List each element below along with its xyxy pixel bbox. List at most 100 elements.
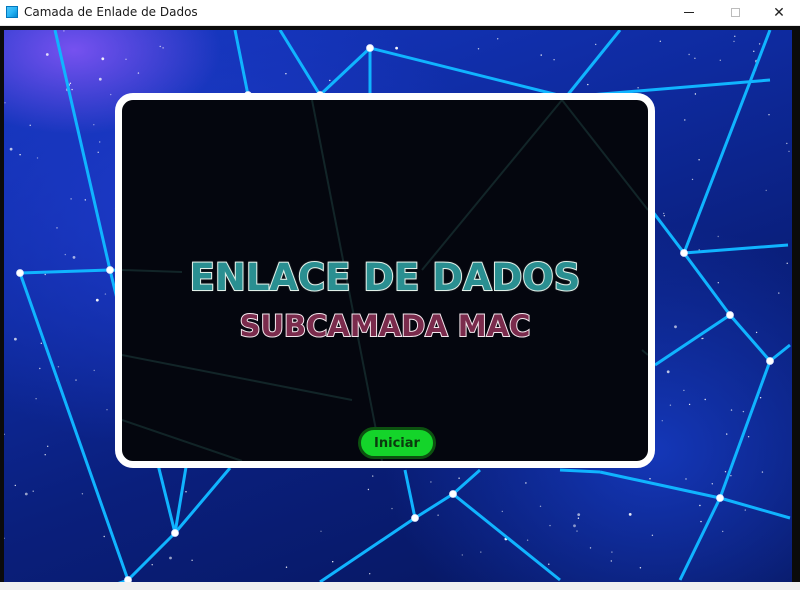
star: [395, 46, 398, 50]
star: [97, 151, 99, 153]
star: [320, 530, 322, 532]
star: [639, 567, 642, 569]
star: [526, 539, 529, 541]
network-node: [449, 490, 457, 498]
star: [744, 509, 746, 511]
network-node: [726, 311, 734, 319]
star: [628, 513, 632, 516]
window-bottom-border: [0, 582, 800, 590]
star: [722, 530, 724, 533]
star: [688, 53, 690, 56]
star: [711, 483, 713, 485]
star: [103, 535, 105, 538]
star: [724, 471, 727, 473]
network-line: [19, 268, 111, 275]
star: [45, 53, 49, 56]
star: [458, 477, 460, 479]
network-line: [599, 470, 721, 500]
start-button[interactable]: Iniciar: [358, 427, 436, 459]
star: [69, 82, 72, 84]
faint-line: [421, 100, 563, 271]
game-canvas: ENLACE DE DADOS SUBCAMADA MAC Iniciar: [4, 30, 792, 582]
star: [32, 490, 34, 492]
maximize-button[interactable]: [712, 0, 758, 25]
network-line: [452, 468, 481, 496]
star: [788, 150, 790, 153]
network-line: [452, 492, 561, 582]
star: [71, 88, 73, 91]
star: [9, 147, 13, 151]
star: [369, 573, 371, 575]
star: [758, 43, 761, 45]
star: [93, 369, 95, 372]
star: [683, 389, 685, 392]
star: [659, 40, 661, 42]
star: [329, 79, 331, 82]
network-line: [683, 243, 789, 255]
star: [637, 87, 639, 89]
faint-line: [122, 354, 353, 401]
star: [549, 524, 551, 527]
star: [367, 488, 370, 491]
star: [730, 409, 733, 411]
star: [24, 492, 28, 496]
star: [666, 370, 670, 374]
star: [717, 235, 719, 238]
network-line: [403, 469, 417, 519]
network-node: [680, 249, 688, 257]
star: [19, 154, 21, 156]
star: [691, 178, 694, 181]
faint-line: [561, 100, 648, 211]
star: [332, 561, 334, 563]
star: [75, 379, 77, 381]
star: [104, 293, 107, 295]
network-node: [171, 529, 179, 537]
star: [553, 59, 555, 61]
star: [477, 48, 480, 50]
maximize-icon: [730, 8, 740, 17]
star: [14, 484, 16, 487]
star: [40, 342, 42, 344]
star: [81, 493, 84, 495]
title-bar[interactable]: Camada de Enlade de Dados ✕: [0, 0, 800, 26]
star: [93, 124, 95, 126]
network-line: [559, 468, 601, 474]
star: [573, 524, 576, 528]
star: [577, 513, 581, 516]
star: [14, 337, 17, 341]
star: [98, 77, 102, 81]
star: [649, 478, 651, 480]
star: [497, 38, 499, 40]
star: [734, 35, 736, 37]
star: [169, 556, 172, 560]
star: [525, 482, 527, 484]
star: [742, 410, 745, 413]
network-line: [369, 46, 567, 99]
minimize-icon: [684, 12, 694, 13]
star: [651, 534, 654, 536]
star: [285, 73, 287, 75]
network-line: [682, 252, 732, 316]
star: [685, 478, 687, 480]
network-node: [16, 269, 24, 277]
star: [44, 454, 46, 456]
star: [611, 551, 613, 553]
star: [437, 514, 439, 516]
star: [719, 59, 721, 61]
network-line: [719, 496, 791, 520]
intro-panel: ENLACE DE DADOS SUBCAMADA MAC Iniciar: [115, 93, 655, 468]
network-line: [53, 30, 112, 271]
star: [733, 40, 735, 43]
close-button[interactable]: ✕: [756, 0, 800, 25]
app-icon: [6, 6, 18, 18]
network-line: [319, 516, 416, 582]
star: [753, 50, 755, 52]
network-line: [278, 30, 322, 96]
minimize-button[interactable]: [666, 0, 712, 25]
close-icon: ✕: [773, 4, 785, 21]
star: [185, 491, 187, 493]
star: [101, 57, 105, 61]
star: [747, 436, 750, 438]
star: [669, 404, 672, 406]
star: [587, 83, 589, 86]
